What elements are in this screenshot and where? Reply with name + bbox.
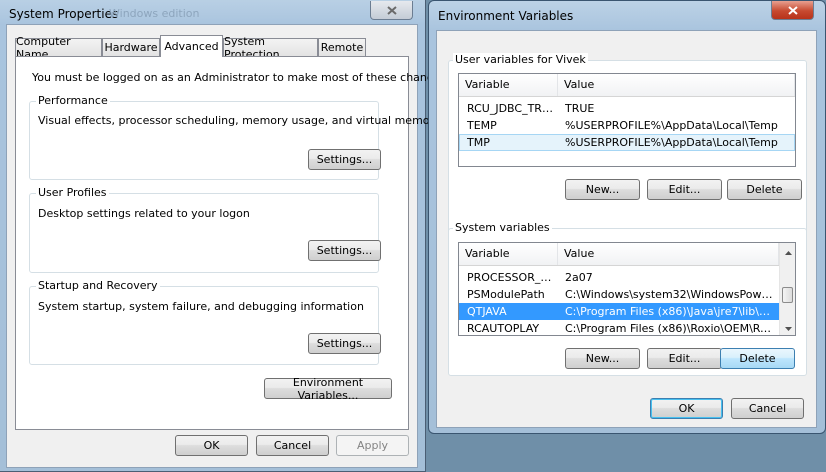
startup-recovery-description: System startup, system failure, and debu… (38, 300, 364, 313)
variable-value: C:\Windows\system32\WindowsPowerS... (565, 288, 775, 301)
env-close-button[interactable] (771, 1, 814, 20)
variable-name: TMP (467, 136, 490, 149)
performance-settings-button[interactable]: Settings... (308, 149, 381, 170)
close-icon (787, 5, 798, 15)
list-item[interactable]: RCAUTOPLAY C:\Program Files (x86)\Roxio\… (459, 320, 779, 335)
column-header-value[interactable]: Value (558, 74, 795, 96)
scroll-up-arrow[interactable] (780, 243, 795, 259)
column-header-variable[interactable]: Variable (459, 74, 558, 96)
environment-variables-window: Environment Variables User variables for… (428, 0, 826, 434)
user-profiles-group-title: User Profiles (36, 186, 109, 199)
close-button[interactable] (370, 1, 413, 20)
scroll-thumb[interactable] (782, 287, 793, 303)
background-ghost-text: Windows edition (109, 7, 200, 20)
tab-hardware[interactable]: Hardware (102, 38, 160, 56)
column-header-value[interactable]: Value (558, 243, 779, 265)
variable-name: QTJAVA (467, 305, 507, 318)
env-client-area: User variables for Vivek Variable Value … (436, 30, 817, 428)
window-title: System Properties (9, 7, 119, 21)
sp-cancel-button[interactable]: Cancel (256, 435, 329, 456)
user-profiles-group: User Profiles Desktop settings related t… (29, 186, 381, 273)
advanced-tab-panel: You must be logged on as an Administrato… (15, 56, 450, 430)
tab-advanced[interactable]: Advanced (160, 35, 223, 57)
admin-notice: You must be logged on as an Administrato… (32, 71, 450, 84)
variable-name: RCU_JDBC_TRI... (467, 102, 555, 115)
user-variables-group-title: User variables for Vivek (453, 53, 588, 66)
system-variables-list[interactable]: Variable Value PROCESSOR_R... 2a07 PSMod… (458, 242, 796, 336)
system-edit-button[interactable]: Edit... (647, 348, 722, 369)
user-edit-button[interactable]: Edit... (647, 179, 722, 200)
column-header-variable[interactable]: Variable (459, 243, 558, 265)
variable-value: TRUE (565, 102, 595, 115)
scroll-down-arrow[interactable] (780, 319, 795, 335)
env-cancel-button[interactable]: Cancel (731, 398, 804, 419)
system-list-header: Variable Value (459, 243, 779, 266)
variable-name: TEMP (467, 119, 497, 132)
list-item[interactable]: QTJAVA C:\Program Files (x86)\Java\jre7\… (459, 303, 779, 320)
user-list-header: Variable Value (459, 74, 795, 97)
user-new-button[interactable]: New... (565, 179, 640, 200)
system-new-button[interactable]: New... (565, 348, 640, 369)
list-item[interactable]: PROCESSOR_R... 2a07 (459, 269, 779, 286)
performance-group: Performance Visual effects, processor sc… (29, 94, 441, 180)
list-item[interactable]: RCU_JDBC_TRI... TRUE (459, 100, 795, 117)
variable-name: PSModulePath (467, 288, 545, 301)
performance-description: Visual effects, processor scheduling, me… (38, 114, 441, 127)
sp-ok-button[interactable]: OK (175, 435, 248, 456)
user-delete-button[interactable]: Delete (727, 179, 802, 200)
chevron-up-icon (784, 245, 792, 258)
env-ok-button[interactable]: OK (650, 398, 723, 419)
variable-value: %USERPROFILE%\AppData\Local\Temp (565, 136, 778, 149)
performance-group-title: Performance (36, 94, 110, 107)
system-delete-button[interactable]: Delete (720, 348, 795, 369)
variable-name: RCAUTOPLAY (467, 322, 540, 335)
variable-value: 2a07 (565, 271, 593, 284)
list-item[interactable]: TEMP %USERPROFILE%\AppData\Local\Temp (459, 117, 795, 134)
chevron-down-icon (784, 321, 792, 334)
list-item[interactable]: PSModulePath C:\Windows\system32\Windows… (459, 286, 779, 303)
user-profiles-description: Desktop settings related to your logon (38, 207, 250, 220)
startup-recovery-group: Startup and Recovery System startup, sys… (29, 279, 381, 365)
system-list-scrollbar[interactable] (779, 243, 795, 335)
tab-computer-name[interactable]: Computer Name (15, 35, 102, 61)
variable-value: %USERPROFILE%\AppData\Local\Temp (565, 119, 778, 132)
environment-variables-button[interactable]: Environment Variables... (264, 376, 392, 402)
close-icon (386, 5, 397, 15)
system-variables-group-title: System variables (453, 221, 552, 234)
tab-system-protection[interactable]: System Protection (223, 35, 318, 61)
sp-apply-button[interactable]: Apply (336, 435, 409, 456)
user-profiles-settings-button[interactable]: Settings... (308, 240, 381, 261)
variable-name: PROCESSOR_R... (467, 271, 555, 284)
tab-remote[interactable]: Remote (318, 38, 366, 56)
variable-value: C:\Program Files (x86)\Java\jre7\lib\ext… (565, 305, 775, 318)
startup-recovery-settings-button[interactable]: Settings... (308, 333, 381, 354)
user-variables-list[interactable]: Variable Value RCU_JDBC_TRI... TRUE TEMP… (458, 73, 796, 167)
startup-recovery-group-title: Startup and Recovery (36, 279, 160, 292)
env-window-title: Environment Variables (438, 9, 574, 23)
list-item[interactable]: TMP %USERPROFILE%\AppData\Local\Temp (459, 134, 795, 151)
variable-value: C:\Program Files (x86)\Roxio\OEM\Roxi... (565, 322, 775, 335)
